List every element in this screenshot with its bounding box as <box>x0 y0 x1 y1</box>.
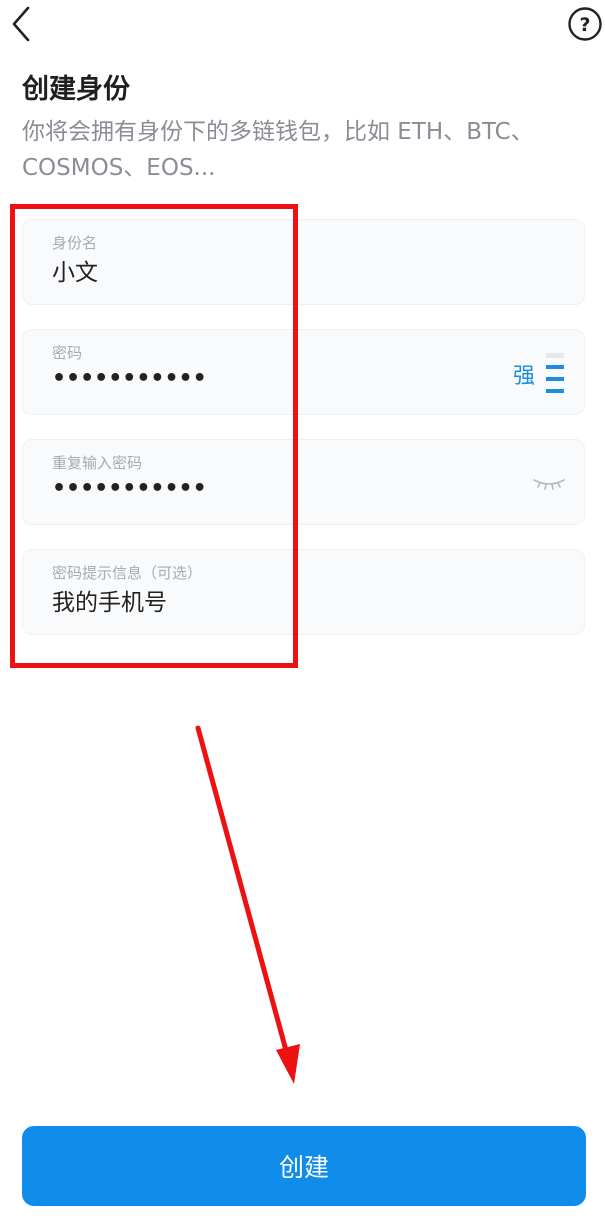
strength-bar-2 <box>546 377 564 381</box>
repeat-password-field[interactable]: 重复输入密码 ••••••••••• <box>22 439 585 525</box>
page-subtitle: 你将会拥有身份下的多链钱包，比如 ETH、BTC、COSMOS、EOS... <box>22 119 534 181</box>
strength-bar-4 <box>546 353 564 358</box>
annotation-arrow-head <box>276 1044 300 1084</box>
password-strength-label: 强 <box>513 364 536 389</box>
password-hint-value[interactable]: 我的手机号 <box>52 588 167 618</box>
help-button[interactable]: ? <box>567 6 603 42</box>
question-circle-icon: ? <box>568 7 602 41</box>
password-label: 密码 <box>52 344 83 362</box>
eye-closed-icon[interactable] <box>531 476 567 492</box>
identity-name-value[interactable]: 小文 <box>52 258 98 288</box>
identity-name-label: 身份名 <box>52 234 98 252</box>
strength-bar-1 <box>546 389 564 393</box>
password-hint-label: 密码提示信息（可选） <box>52 564 203 582</box>
password-value[interactable]: ••••••••••• <box>52 364 207 394</box>
create-button[interactable]: 创建 <box>22 1126 586 1206</box>
chevron-left-icon <box>12 6 30 42</box>
repeat-password-value[interactable]: ••••••••••• <box>52 474 207 504</box>
repeat-password-label: 重复输入密码 <box>52 454 143 472</box>
password-hint-field[interactable]: 密码提示信息（可选） 我的手机号 <box>22 549 585 635</box>
top-bar: ? <box>0 0 605 60</box>
annotation-arrow-shaft <box>195 725 290 1057</box>
strength-bar-3 <box>546 365 564 369</box>
password-strength-meter <box>546 353 564 393</box>
back-button[interactable] <box>6 4 40 44</box>
help-glyph: ? <box>579 14 590 36</box>
page-title: 创建身份 <box>22 74 130 105</box>
identity-name-field[interactable]: 身份名 小文 <box>22 219 585 305</box>
password-field[interactable]: 密码 ••••••••••• 强 <box>22 329 585 415</box>
